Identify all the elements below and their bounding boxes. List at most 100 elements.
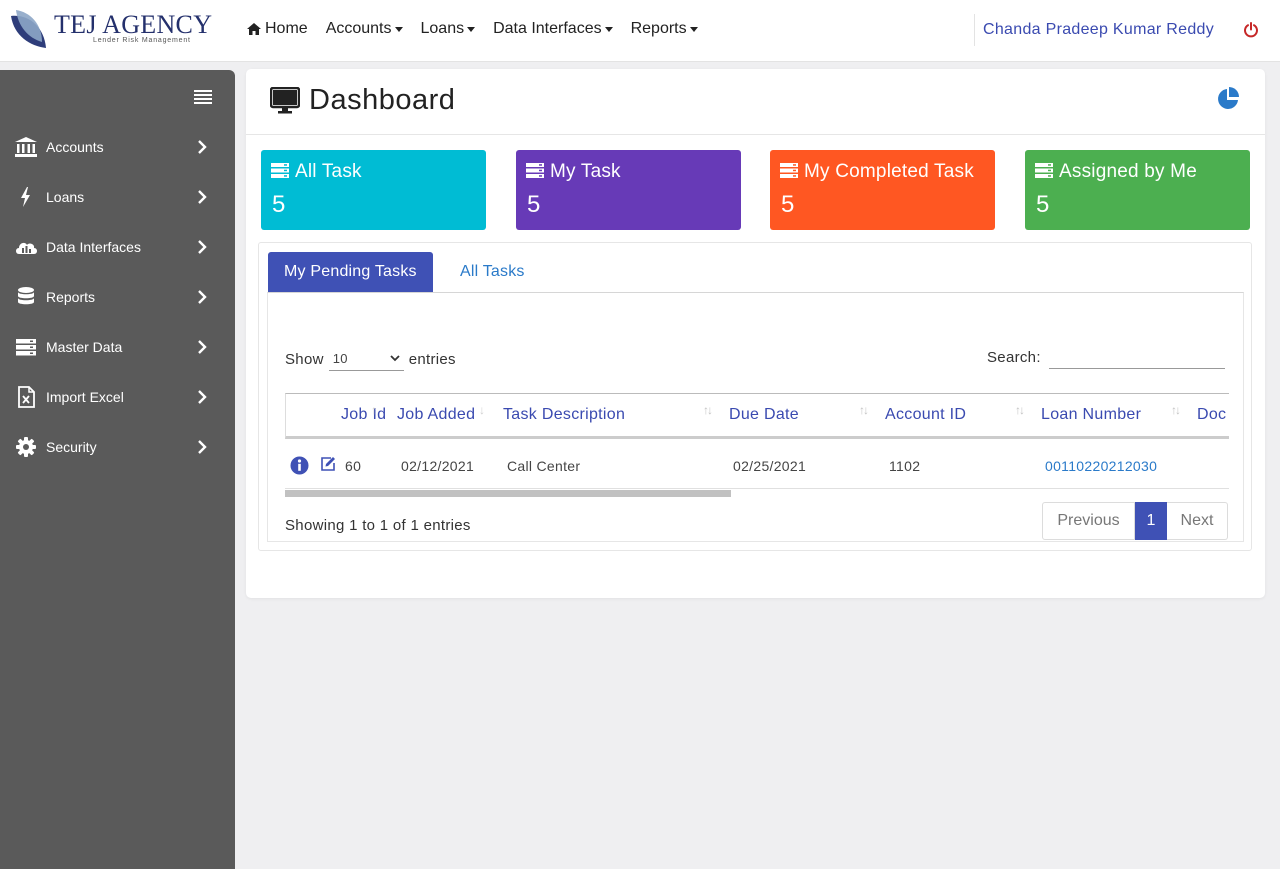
col-job-added[interactable]: Job Added [397,406,475,424]
chevron-right-icon [198,140,207,154]
col-account-id[interactable]: Account ID [885,406,966,424]
sidebar-item-master-data[interactable]: Master Data [0,327,235,367]
chevron-right-icon [198,290,207,304]
tile-all-task[interactable]: All Task 5 [261,150,486,230]
sort-icon: ↑ [371,403,377,417]
tile-count: 5 [527,191,541,218]
tile-label: Assigned by Me [1059,161,1197,182]
pie-chart-icon[interactable] [1216,87,1240,111]
tile-label: My Task [550,161,621,182]
next-button[interactable]: Next [1167,502,1228,540]
col-due-date[interactable]: Due Date [729,406,799,424]
brand-tagline: Lender Risk Management [93,37,191,44]
info-icon[interactable] [290,456,309,475]
sort-icon: ↑↓ [1171,403,1181,417]
chevron-down-icon [390,355,400,362]
sidebar-item-label: Data Interfaces [46,239,141,255]
previous-button[interactable]: Previous [1042,502,1135,540]
horizontal-scrollbar[interactable] [285,490,731,497]
nav-loans-label: Loans [420,20,465,37]
edit-icon[interactable] [320,456,336,472]
caret-down-icon [467,26,476,32]
caret-down-icon [394,26,403,32]
page-1-button[interactable]: 1 [1135,502,1167,540]
sidebar-item-accounts[interactable]: Accounts [0,127,235,167]
caret-down-icon [604,26,613,32]
nav-data-interfaces[interactable]: Data Interfaces [493,20,613,38]
gear-icon [16,437,36,457]
col-doc[interactable]: Doc [1197,406,1226,424]
table-info: Showing 1 to 1 of 1 entries [285,517,471,534]
brand-name: TEJ AGENCY [54,10,213,39]
nav-accounts-label: Accounts [325,20,392,37]
nav-home[interactable]: Home [247,20,308,38]
col-task-description[interactable]: Task Description [503,406,625,424]
tile-assigned-by-me[interactable]: Assigned by Me 5 [1025,150,1250,230]
sidebar-item-label: Import Excel [46,389,124,405]
nav-reports-label: Reports [630,20,687,37]
sort-icon: ↓ [479,403,485,417]
sidebar-item-loans[interactable]: Loans [0,177,235,217]
bank-icon [15,137,37,157]
tile-label: All Task [295,161,362,182]
cell-task-description: Call Center [507,458,581,474]
chevron-right-icon [198,440,207,454]
sort-icon: ↑↓ [703,403,713,417]
tile-count: 5 [272,191,286,218]
chevron-right-icon [198,390,207,404]
sidebar-item-label: Security [46,439,97,455]
tile-my-task[interactable]: My Task 5 [516,150,741,230]
power-icon[interactable] [1243,22,1259,38]
page-length-control: Show 10 entries [285,347,456,371]
sidebar-item-label: Accounts [46,139,104,155]
page-title: Dashboard [309,84,456,116]
col-loan-number[interactable]: Loan Number [1041,406,1141,424]
search-input[interactable] [1048,345,1225,369]
show-label: Show [285,350,324,368]
tile-my-completed-task[interactable]: My Completed Task 5 [770,150,995,230]
sidebar-item-data-interfaces[interactable]: Data Interfaces [0,227,235,267]
sidebar-item-import-excel[interactable]: Import Excel [0,377,235,417]
server-icon [1035,163,1053,178]
dashboard-panel: Dashboard All Task 5 My Task 5 My Comple… [246,69,1265,598]
sort-icon: ↑↓ [859,403,869,417]
tab-my-pending-tasks[interactable]: My Pending Tasks [268,252,433,292]
menu-toggle-icon[interactable] [194,90,212,104]
database-icon [18,287,34,305]
nav-reports[interactable]: Reports [631,20,698,38]
server-icon [526,163,544,178]
col-job-id[interactable]: Job Id [341,406,386,424]
top-navbar: TEJ AGENCY Lender Risk Management Home A… [0,0,1280,62]
bolt-icon [21,187,30,207]
user-divider [974,14,975,46]
table-header: Job Id ↑ Job Added ↓ Task Description ↑↓… [285,393,1229,439]
pagination: Previous 1 Next [1042,502,1228,540]
server-icon [780,163,798,178]
user-name-link[interactable]: Chanda Pradeep Kumar Reddy [983,21,1214,39]
cell-account-id: 1102 [889,458,921,474]
nav-home-label: Home [265,20,308,37]
brand-logo[interactable]: TEJ AGENCY Lender Risk Management [6,6,212,52]
nav-loans[interactable]: Loans [421,20,476,38]
nav-accounts[interactable]: Accounts [326,20,403,38]
cloud-chart-icon [16,242,37,254]
cell-job-id: 60 [345,458,362,474]
sidebar-item-reports[interactable]: Reports [0,277,235,317]
sidebar-item-security[interactable]: Security [0,427,235,467]
monitor-icon [270,87,300,114]
sidebar-item-label: Reports [46,289,96,305]
table-row: 60 02/12/2021 Call Center 02/25/2021 110… [285,439,1229,489]
sort-icon: ↑↓ [1015,403,1025,417]
nav-data-interfaces-label: Data Interfaces [493,20,602,37]
tab-all-tasks[interactable]: All Tasks [444,252,541,292]
cell-loan-number-link[interactable]: 00110220212030 [1045,458,1157,474]
main-nav: Home Accounts Loans Data Interfaces Repo… [247,20,716,38]
search-control: Search: [987,345,1225,369]
sidebar-item-label: Master Data [46,339,123,355]
tab-content: Show 10 entries Search: Job Id ↑ Job Add… [267,292,1244,542]
home-icon [247,23,261,35]
caret-down-icon [689,26,698,32]
tile-count: 5 [1036,191,1050,218]
page-length-select[interactable]: 10 [328,347,404,371]
cell-job-added: 02/12/2021 [401,458,475,474]
